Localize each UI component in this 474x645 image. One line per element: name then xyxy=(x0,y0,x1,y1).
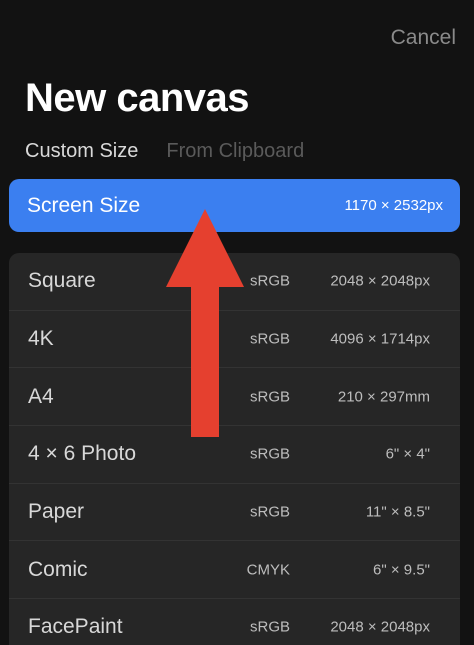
preset-color-space: sRGB xyxy=(249,388,290,406)
tab-from-clipboard[interactable]: From Clipboard xyxy=(166,140,304,163)
preset-size: 2048 × 2048px xyxy=(330,272,430,290)
preset-name: Square xyxy=(28,269,96,293)
preset-name: FacePaint xyxy=(28,615,123,639)
preset-row-facepaint[interactable]: FacePaint sRGB 2048 × 2048px xyxy=(9,599,460,645)
preset-name: Screen Size xyxy=(27,193,141,217)
preset-row-comic[interactable]: Comic CMYK 6" × 9.5" xyxy=(9,541,460,600)
preset-name: Comic xyxy=(28,557,88,581)
preset-name: 4 × 6 Photo xyxy=(28,442,137,466)
preset-row-4k[interactable]: 4K sRGB 4096 × 1714px xyxy=(9,311,460,369)
preset-list: Square sRGB 2048 × 2048px 4K sRGB 4096 ×… xyxy=(9,253,460,645)
preset-color-space: sRGB xyxy=(249,618,290,636)
preset-size: 1170 × 2532px xyxy=(344,197,443,214)
preset-size: 4096 × 1714px xyxy=(330,330,430,348)
preset-size: 6" × 9.5" xyxy=(373,561,430,579)
cancel-button[interactable]: Cancel xyxy=(391,26,456,50)
preset-size: 2048 × 2048px xyxy=(330,618,430,636)
preset-color-space: sRGB xyxy=(249,330,290,348)
preset-color-space: sRGB xyxy=(249,503,290,521)
preset-color-space: sRGB xyxy=(249,445,290,463)
preset-name: A4 xyxy=(28,384,54,408)
preset-color-space: sRGB xyxy=(249,272,290,290)
size-source-tabs: Custom Size From Clipboard xyxy=(25,140,304,163)
preset-name: Paper xyxy=(28,500,85,524)
screen-size-preset[interactable]: Screen Size 1170 × 2532px xyxy=(9,179,460,232)
preset-row-a4[interactable]: A4 sRGB 210 × 297mm xyxy=(9,368,460,427)
preset-size: 210 × 297mm xyxy=(337,388,430,406)
preset-row-square[interactable]: Square sRGB 2048 × 2048px xyxy=(9,253,460,311)
preset-size: 11" × 8.5" xyxy=(365,503,430,521)
preset-color-space: CMYK xyxy=(246,561,290,579)
preset-name: 4K xyxy=(28,327,54,351)
preset-row-paper[interactable]: Paper sRGB 11" × 8.5" xyxy=(9,484,460,542)
preset-row-4x6-photo[interactable]: 4 × 6 Photo sRGB 6" × 4" xyxy=(9,426,460,484)
page-title: New canvas xyxy=(25,76,250,120)
preset-size: 6" × 4" xyxy=(385,445,430,463)
tab-custom-size[interactable]: Custom Size xyxy=(25,140,138,163)
